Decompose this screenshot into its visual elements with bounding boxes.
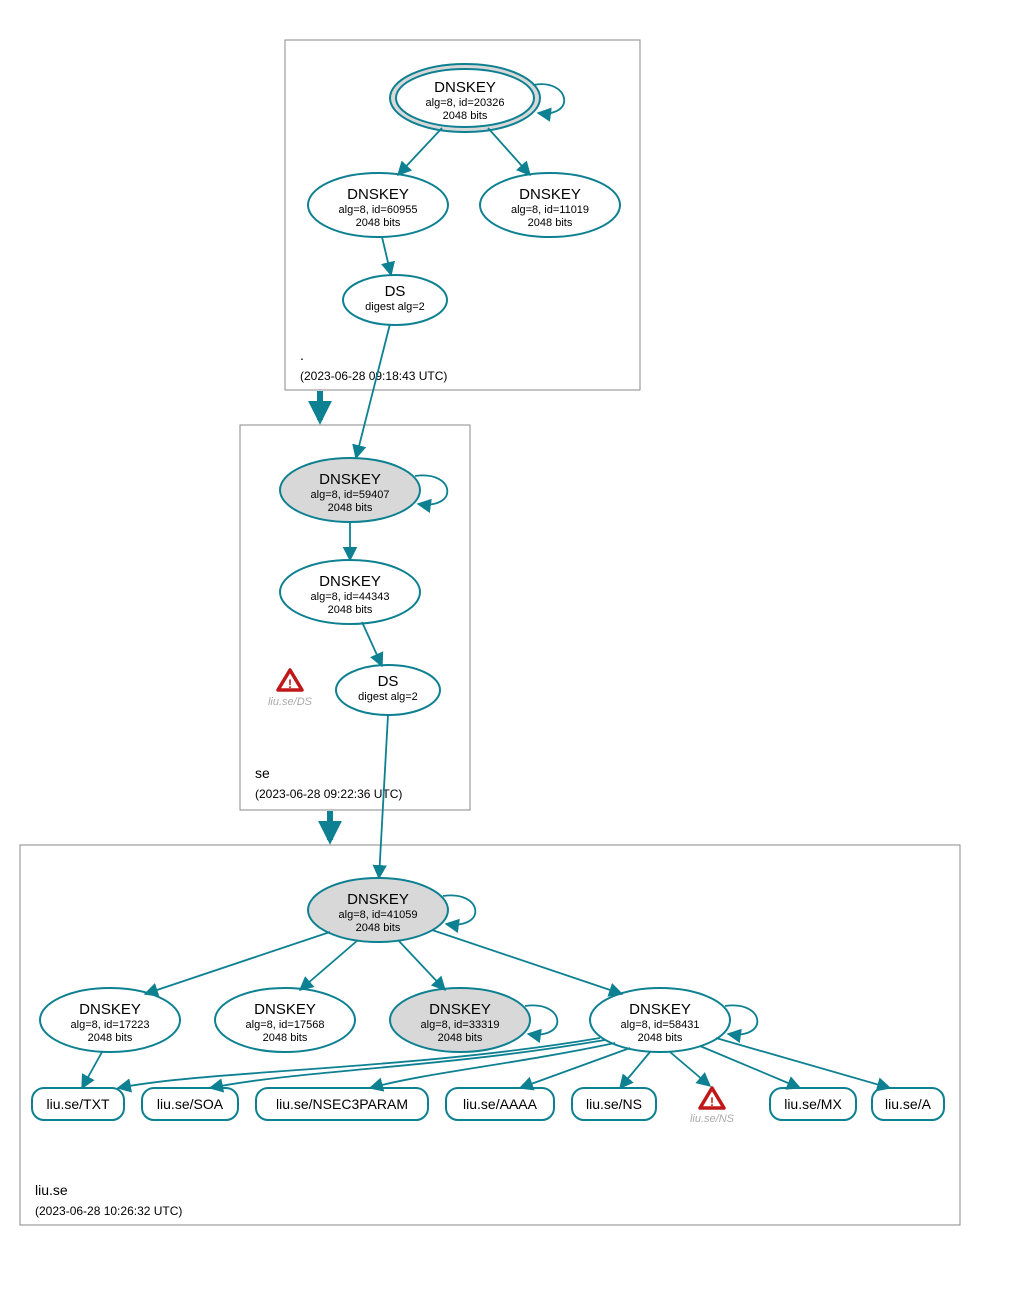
warn-liu-ns-label: liu.se/NS <box>690 1113 735 1125</box>
node-se-zsk: DNSKEY alg=8, id=44343 2048 bits <box>280 560 420 624</box>
root-ksk-sub2: 2048 bits <box>443 110 488 122</box>
edge-k4-warn <box>670 1052 710 1086</box>
rr-a: liu.se/A <box>872 1088 944 1120</box>
edge-liu-ksk-k2 <box>300 940 358 990</box>
liu-k1-sub2: 2048 bits <box>88 1032 133 1044</box>
root-ksk-title: DNSKEY <box>434 79 496 96</box>
se-ksk-sub2: 2048 bits <box>328 502 373 514</box>
rr-soa-label: liu.se/SOA <box>157 1096 224 1112</box>
node-se-ksk: DNSKEY alg=8, id=59407 2048 bits <box>280 458 420 522</box>
edge-root-ksk-zsk2 <box>488 128 530 175</box>
liu-ksk-sub1: alg=8, id=41059 <box>339 909 418 921</box>
se-zsk-sub2: 2048 bits <box>328 604 373 616</box>
zone-root-time: (2023-06-28 09:18:43 UTC) <box>300 369 447 383</box>
rr-soa: liu.se/SOA <box>142 1088 238 1120</box>
se-ds-title: DS <box>378 673 399 690</box>
rr-txt-label: liu.se/TXT <box>46 1096 109 1112</box>
root-ds-title: DS <box>385 283 406 300</box>
root-zsk2-sub2: 2048 bits <box>528 217 573 229</box>
edge-root-ds-to-se-ksk <box>356 324 390 458</box>
liu-k1-title: DNSKEY <box>79 1001 141 1018</box>
liu-ksk-sub2: 2048 bits <box>356 922 401 934</box>
node-root-ksk: DNSKEY alg=8, id=20326 2048 bits <box>390 64 540 132</box>
root-zsk1-sub2: 2048 bits <box>356 217 401 229</box>
rr-aaaa-label: liu.se/AAAA <box>463 1096 538 1112</box>
warn-se-ds: ! liu.se/DS <box>268 670 313 708</box>
rr-nsec3-label: liu.se/NSEC3PARAM <box>276 1096 408 1112</box>
warn-liu-ns: ! liu.se/NS <box>690 1088 735 1125</box>
edge-se-zsk-ds <box>362 622 382 666</box>
edge-liu-ksk-k3 <box>398 940 445 990</box>
node-root-zsk1: DNSKEY alg=8, id=60955 2048 bits <box>308 173 448 237</box>
zone-root-label: . <box>300 347 304 363</box>
se-zsk-title: DNSKEY <box>319 573 381 590</box>
edge-k4-ns <box>620 1052 650 1088</box>
node-se-ds: DS digest alg=2 <box>336 665 440 715</box>
node-liu-k2: DNSKEY alg=8, id=17568 2048 bits <box>215 988 355 1052</box>
edge-k4-mx <box>700 1046 800 1088</box>
root-zsk2-title: DNSKEY <box>519 186 581 203</box>
se-ksk-title: DNSKEY <box>319 471 381 488</box>
zone-se-time: (2023-06-28 09:22:36 UTC) <box>255 787 402 801</box>
rr-aaaa: liu.se/AAAA <box>446 1088 554 1120</box>
svg-text:!: ! <box>288 677 292 691</box>
edge-liu-ksk-k1 <box>145 932 330 994</box>
root-zsk1-sub1: alg=8, id=60955 <box>339 204 418 216</box>
rr-txt: liu.se/TXT <box>32 1088 124 1120</box>
liu-k3-title: DNSKEY <box>429 1001 491 1018</box>
edge-k4-txt <box>118 1038 600 1088</box>
edge-root-ksk-zsk1 <box>398 128 442 175</box>
edge-liu-ksk-k4 <box>432 930 622 994</box>
liu-k2-sub1: alg=8, id=17568 <box>246 1019 325 1031</box>
liu-k3-sub2: 2048 bits <box>438 1032 483 1044</box>
se-ds-sub1: digest alg=2 <box>358 691 418 703</box>
root-ds-sub1: digest alg=2 <box>365 301 425 313</box>
liu-k4-sub1: alg=8, id=58431 <box>621 1019 700 1031</box>
liu-k4-sub2: 2048 bits <box>638 1032 683 1044</box>
svg-text:!: ! <box>710 1095 714 1109</box>
edge-k1-txt <box>82 1052 102 1088</box>
liu-k2-sub2: 2048 bits <box>263 1032 308 1044</box>
root-zsk2-sub1: alg=8, id=11019 <box>511 204 589 216</box>
se-ksk-sub1: alg=8, id=59407 <box>311 489 390 501</box>
node-liu-k4: DNSKEY alg=8, id=58431 2048 bits <box>590 988 730 1052</box>
se-zsk-sub1: alg=8, id=44343 <box>311 591 390 603</box>
root-zsk1-title: DNSKEY <box>347 186 409 203</box>
rr-ns: liu.se/NS <box>572 1088 656 1120</box>
edge-k4-aaaa <box>520 1048 630 1088</box>
node-root-ds: DS digest alg=2 <box>343 275 447 325</box>
liu-k2-title: DNSKEY <box>254 1001 316 1018</box>
node-liu-k1: DNSKEY alg=8, id=17223 2048 bits <box>40 988 180 1052</box>
liu-k3-sub1: alg=8, id=33319 <box>421 1019 500 1031</box>
edge-root-zsk1-ds <box>382 237 391 275</box>
node-liu-k3: DNSKEY alg=8, id=33319 2048 bits <box>390 988 530 1052</box>
liu-k4-title: DNSKEY <box>629 1001 691 1018</box>
liu-k1-sub1: alg=8, id=17223 <box>71 1019 150 1031</box>
zone-liu-time: (2023-06-28 10:26:32 UTC) <box>35 1204 182 1218</box>
rr-nsec3: liu.se/NSEC3PARAM <box>256 1088 428 1120</box>
root-ksk-sub1: alg=8, id=20326 <box>426 97 505 109</box>
rr-a-label: liu.se/A <box>885 1096 932 1112</box>
warn-se-ds-label: liu.se/DS <box>268 696 313 708</box>
rr-mx: liu.se/MX <box>770 1088 856 1120</box>
zone-liu-label: liu.se <box>35 1182 68 1198</box>
rr-mx-label: liu.se/MX <box>784 1096 842 1112</box>
node-root-zsk2: DNSKEY alg=8, id=11019 2048 bits <box>480 173 620 237</box>
rr-ns-label: liu.se/NS <box>586 1096 642 1112</box>
liu-ksk-title: DNSKEY <box>347 891 409 908</box>
zone-se-label: se <box>255 765 270 781</box>
